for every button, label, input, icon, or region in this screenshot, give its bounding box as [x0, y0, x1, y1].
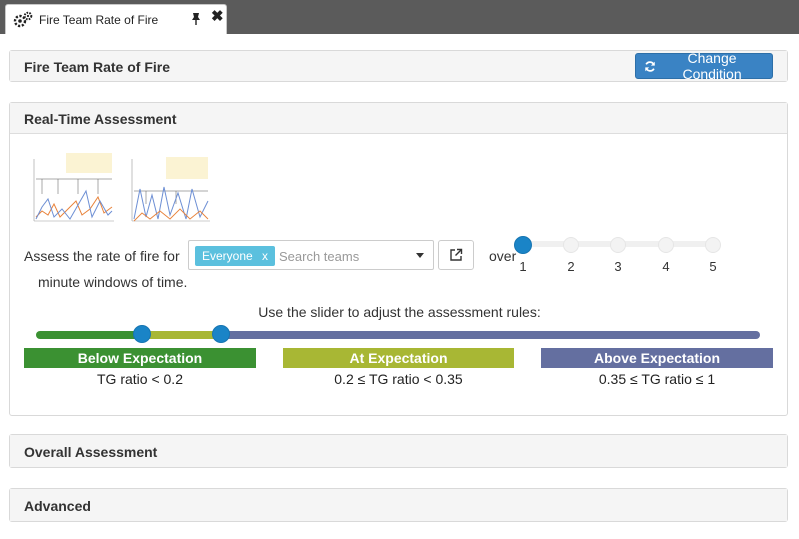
change-condition-label: Change Condition	[682, 50, 742, 82]
minute-slider-step-2[interactable]	[563, 237, 579, 253]
search-teams-input[interactable]	[279, 246, 409, 266]
overall-title: Overall Assessment	[24, 444, 158, 460]
band-below-expectation: Below Expectation	[24, 348, 256, 368]
refresh-icon	[645, 60, 655, 72]
advanced-panel-head[interactable]: Advanced	[10, 489, 787, 521]
assessment-rule-slider[interactable]	[36, 325, 760, 343]
slider-segment-above[interactable]	[220, 331, 760, 339]
advanced-title: Advanced	[24, 498, 91, 514]
minute-suffix-label: minute windows of time.	[38, 274, 188, 290]
thumbnail-chart-2	[126, 149, 212, 231]
example-chart-thumbnails	[28, 149, 212, 231]
realtime-panel-head[interactable]: Real-Time Assessment	[10, 103, 787, 134]
overall-panel: Overall Assessment	[9, 434, 788, 468]
minute-tick-label-1: 1	[519, 259, 527, 274]
team-select[interactable]: Everyone x	[188, 240, 434, 270]
page-title: Fire Team Rate of Fire	[24, 59, 171, 75]
advanced-panel: Advanced	[9, 488, 788, 522]
open-external-button[interactable]	[438, 240, 474, 270]
slider-handle-upper[interactable]	[211, 325, 230, 343]
thumbnail-chart-1	[28, 149, 116, 231]
change-condition-button[interactable]: Change Condition	[635, 50, 773, 82]
slider-handle-lower[interactable]	[132, 325, 151, 343]
rule-at-expectation: 0.2 ≤ TG ratio < 0.35	[334, 371, 463, 387]
band-above-expectation: Above Expectation	[541, 348, 773, 368]
close-icon[interactable]: ✖	[211, 9, 224, 25]
over-label: over	[489, 248, 517, 264]
band-at-expectation: At Expectation	[283, 348, 514, 368]
external-link-icon	[450, 248, 463, 261]
slider-segment-below[interactable]	[36, 331, 146, 339]
overall-panel-head[interactable]: Overall Assessment	[10, 435, 787, 467]
team-chip-label: Everyone	[202, 249, 253, 263]
realtime-title: Real-Time Assessment	[24, 111, 177, 127]
chevron-down-icon[interactable]	[416, 253, 424, 258]
minute-tick-label-2: 2	[567, 259, 575, 274]
header-panel-head: Fire Team Rate of Fire Change Condition	[10, 50, 787, 82]
minute-tick-label-5: 5	[709, 259, 717, 274]
pin-icon[interactable]	[190, 12, 202, 26]
team-chip-everyone: Everyone x	[195, 246, 275, 266]
tab-fire-team-rate-of-fire[interactable]: Fire Team Rate of Fire ✖	[5, 4, 227, 36]
assess-prefix-label: Assess the rate of fire for	[24, 248, 180, 264]
team-chip-remove-icon[interactable]: x	[262, 249, 268, 263]
minute-slider-handle[interactable]	[514, 236, 532, 254]
minute-tick-label-4: 4	[662, 259, 670, 274]
main-content: Fire Team Rate of Fire Change Condition …	[0, 34, 799, 539]
gears-icon	[13, 11, 33, 28]
minute-slider-step-5[interactable]	[705, 237, 721, 253]
rule-below-expectation: TG ratio < 0.2	[97, 371, 183, 387]
tab-title: Fire Team Rate of Fire	[39, 13, 159, 27]
header-panel: Fire Team Rate of Fire Change Condition	[9, 50, 788, 82]
minute-window-slider[interactable]: 1 2 3 4 5	[514, 234, 721, 274]
minute-slider-step-4[interactable]	[658, 237, 674, 253]
tab-strip: Fire Team Rate of Fire ✖	[0, 0, 799, 36]
minute-tick-label-3: 3	[614, 259, 622, 274]
rule-above-expectation: 0.35 ≤ TG ratio ≤ 1	[598, 371, 716, 387]
slider-caption: Use the slider to adjust the assessment …	[258, 304, 541, 320]
minute-slider-step-3[interactable]	[610, 237, 626, 253]
